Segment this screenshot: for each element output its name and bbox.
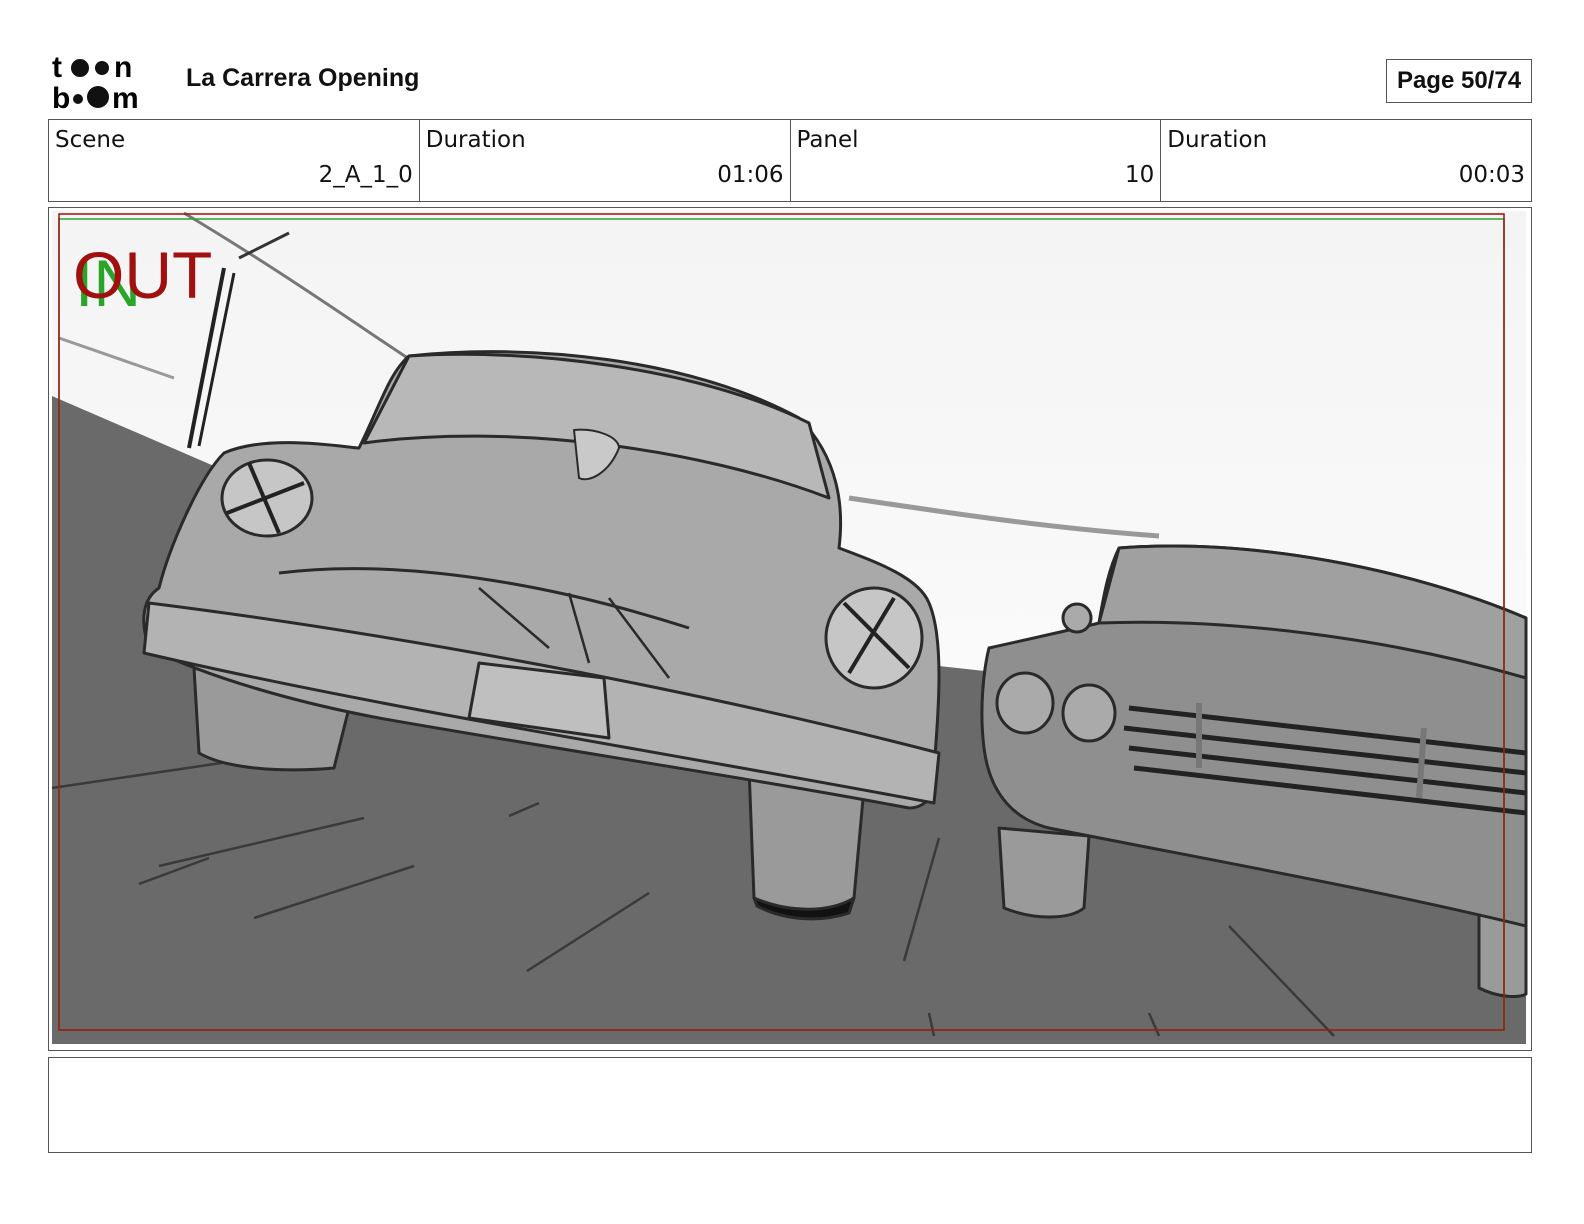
out-label: OUT — [73, 238, 212, 312]
toonboom-logo-mark: t n b m — [52, 51, 139, 112]
panel-value: 10 — [1124, 162, 1155, 188]
panel-sketch: IN OUT — [51, 211, 1528, 1044]
panel-label: Panel — [796, 127, 859, 153]
scene-duration-label: Duration — [425, 127, 526, 153]
scene-value: 2_A_1_0 — [318, 162, 413, 188]
scene-cell: Scene 2_A_1_0 — [49, 120, 420, 201]
scene-info-table: Scene 2_A_1_0 Duration 01:06 Panel 10 Du… — [48, 119, 1532, 202]
scene-duration-value: 01:06 — [717, 162, 784, 188]
panel-duration-cell: Duration 00:03 — [1161, 120, 1531, 201]
panel-cell: Panel 10 — [791, 120, 1162, 201]
page-indicator: Page 50/74 — [1386, 59, 1532, 103]
storyboard-panel: IN OUT — [48, 207, 1532, 1051]
scene-duration-cell: Duration 01:06 — [420, 120, 791, 201]
svg-text:t: t — [52, 51, 62, 84]
svg-text:b: b — [52, 82, 70, 112]
svg-text:n: n — [114, 51, 132, 84]
svg-text:m: m — [112, 82, 139, 112]
panel-duration-value: 00:03 — [1458, 162, 1525, 188]
panel-notes — [48, 1057, 1532, 1153]
toonboom-logo: t n b m — [50, 50, 162, 112]
scene-label: Scene — [55, 127, 126, 153]
panel-duration-label: Duration — [1167, 127, 1268, 153]
project-title: La Carrera Opening — [186, 64, 420, 92]
